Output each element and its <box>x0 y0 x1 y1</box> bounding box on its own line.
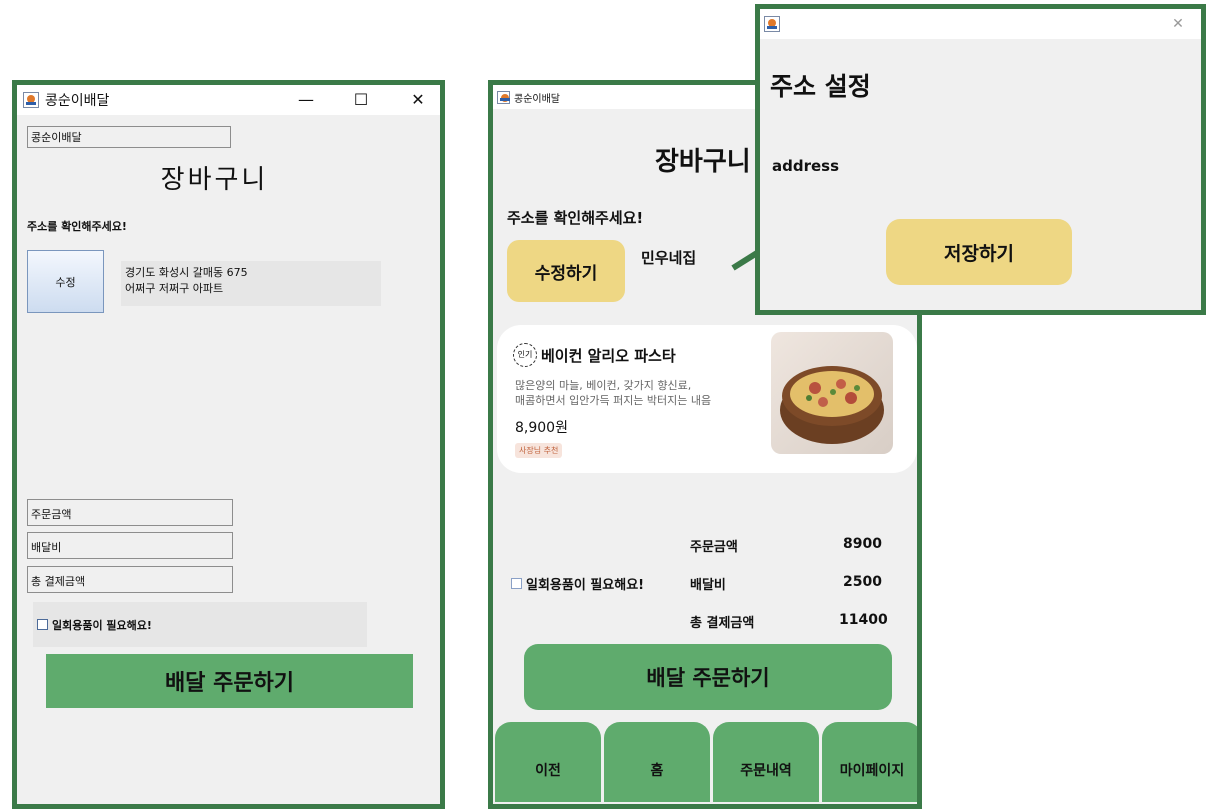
order-button[interactable]: 배달 주문하기 <box>46 654 413 708</box>
delivery-fee-label: 배달비 <box>690 578 726 593</box>
java-app-icon <box>764 16 780 32</box>
java-app-icon <box>497 90 510 104</box>
menu-item-desc-line-1: 많은양의 마늘, 베이컨, 갖가지 향신료, <box>515 379 692 392</box>
disposable-checkbox-label: 일회용품이 필요해요! <box>526 578 645 593</box>
tab-order-history[interactable]: 주문내역 <box>713 722 819 802</box>
java-app-icon <box>23 92 39 108</box>
dialog-titlebar: ✕ <box>760 9 1201 39</box>
close-icon[interactable]: ✕ <box>395 85 441 115</box>
menu-item-desc-line-2: 매콤하면서 입안가득 퍼지는 박터지는 내음 <box>515 394 712 407</box>
left-app-window: 콩순이배달 — ☐ ✕ 콩순이배달 장바구니 주소를 확인해주세요! 수정 경기… <box>12 80 445 809</box>
dialog-title: 주소 설정 <box>770 72 871 101</box>
edit-button-label: 수정하기 <box>534 263 598 284</box>
menu-item-price: 8,900원 <box>515 420 568 436</box>
disposable-checkbox[interactable] <box>37 619 48 630</box>
page-title: 장바구니 <box>655 147 751 177</box>
address-prompt: 주소를 확인해주세요! <box>27 220 127 233</box>
pasta-bowl-illustration <box>780 366 884 444</box>
save-button-label: 저장하기 <box>944 242 1014 265</box>
tab-prev[interactable]: 이전 <box>495 722 601 802</box>
disposable-checkbox[interactable] <box>511 578 522 589</box>
owner-recommend-tag: 사장님 추천 <box>515 443 563 458</box>
disposable-checkbox-row: 일회용품이 필요해요! <box>511 574 644 593</box>
edit-button[interactable]: 수정 <box>27 250 104 313</box>
tab-my-page[interactable]: 마이페이지 <box>822 722 917 802</box>
left-titlebar: 콩순이배달 — ☐ ✕ <box>17 85 440 115</box>
total-amount-value: 11400 <box>839 612 888 628</box>
menu-item-card[interactable]: 인기 베이컨 알리오 파스타 많은양의 마늘, 베이컨, 갖가지 향신료, 매콤… <box>497 325 917 473</box>
delivery-fee-field[interactable]: 배달비 <box>27 532 233 559</box>
disposable-checkbox-panel: 일회용품이 필요해요! <box>33 602 367 647</box>
top-text-field[interactable]: 콩순이배달 <box>27 126 231 148</box>
scrollbar-edge[interactable] <box>919 325 922 495</box>
menu-item-title-row: 인기 베이컨 알리오 파스타 <box>513 343 676 367</box>
address-text: address <box>772 157 840 175</box>
total-amount-label: 총 결제금액 <box>690 616 755 631</box>
address-display: 경기도 화성시 갈매동 675 어쩌구 저쩌구 아파트 <box>121 261 381 306</box>
disposable-checkbox-label: 일회용품이 필요해요! <box>52 618 152 632</box>
right-window-title: 콩순이배달 <box>514 93 560 105</box>
address-line-2: 어쩌구 저쩌구 아파트 <box>125 282 224 295</box>
order-button[interactable]: 배달 주문하기 <box>524 644 892 710</box>
popular-badge-icon: 인기 <box>513 343 537 367</box>
maximize-icon[interactable]: ☐ <box>338 85 384 115</box>
order-amount-label: 주문금액 <box>690 540 738 555</box>
tab-home[interactable]: 홈 <box>604 722 710 802</box>
order-amount-field[interactable]: 주문금액 <box>27 499 233 526</box>
delivery-fee-value: 2500 <box>843 574 882 590</box>
order-amount-value: 8900 <box>843 536 882 552</box>
left-window-title: 콩순이배달 <box>45 93 110 109</box>
pasta-image <box>771 332 893 454</box>
address-name: 민우네집 <box>641 249 697 267</box>
address-line-1: 경기도 화성시 갈매동 675 <box>125 266 248 279</box>
save-button[interactable]: 저장하기 <box>886 219 1072 285</box>
menu-item-name: 베이컨 알리오 파스타 <box>541 346 676 365</box>
edit-button[interactable]: 수정하기 <box>507 240 625 302</box>
address-dialog: ✕ 주소 설정 address 저장하기 <box>755 4 1206 315</box>
page-title: 장바구니 <box>160 165 269 195</box>
total-amount-field[interactable]: 총 결제금액 <box>27 566 233 593</box>
address-prompt: 주소를 확인해주세요! <box>507 209 644 227</box>
minimize-icon[interactable]: — <box>283 85 329 115</box>
close-icon[interactable]: ✕ <box>1155 9 1201 39</box>
